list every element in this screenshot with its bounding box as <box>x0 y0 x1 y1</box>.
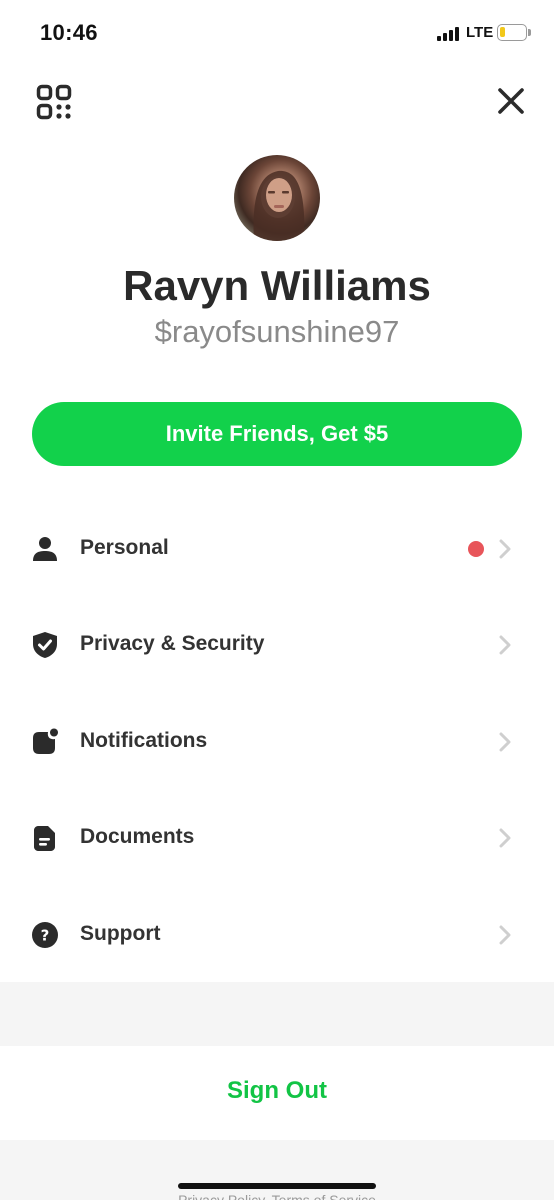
avatar-photo <box>253 170 305 241</box>
chevron-right-icon <box>499 635 511 655</box>
notification-badge-icon <box>33 728 58 754</box>
close-button[interactable] <box>494 84 528 118</box>
qr-code-button[interactable] <box>36 84 72 120</box>
qr-code-icon <box>36 84 72 120</box>
footer-links[interactable]: Privacy Policy, Terms of Service <box>0 1192 554 1200</box>
invite-friends-button[interactable]: Invite Friends, Get $5 <box>32 402 522 466</box>
status-bar: 10:46 LTE <box>0 0 554 66</box>
battery-icon <box>497 24 527 41</box>
menu-item-personal[interactable]: Personal <box>0 501 554 597</box>
avatar[interactable] <box>234 155 320 241</box>
menu-item-label: Support <box>80 922 161 945</box>
document-icon <box>34 826 55 851</box>
svg-text:?: ? <box>41 927 50 945</box>
chevron-right-icon <box>499 925 511 945</box>
status-time: 10:46 <box>40 20 98 45</box>
cashtag: $rayofsunshine97 <box>154 314 400 349</box>
menu-item-documents[interactable]: Documents <box>0 790 554 886</box>
person-icon <box>33 537 57 561</box>
sign-out-button[interactable]: Sign Out <box>0 1046 554 1140</box>
menu-item-label: Personal <box>80 536 169 559</box>
menu-item-label: Privacy & Security <box>80 632 265 655</box>
shield-check-icon <box>33 632 57 658</box>
profile-name: Ravyn Williams <box>123 262 431 309</box>
menu-item-label: Documents <box>80 825 195 848</box>
question-circle-icon: ? <box>32 922 58 948</box>
alert-dot <box>468 541 484 557</box>
signal-strength-icon <box>437 27 463 41</box>
menu-item-label: Notifications <box>80 729 208 752</box>
chevron-right-icon <box>499 539 511 559</box>
footer: Privacy Policy, Terms of Service <box>0 1140 554 1200</box>
menu-item-privacy-security[interactable]: Privacy & Security <box>0 597 554 693</box>
section-divider <box>0 982 554 1046</box>
close-icon <box>498 88 524 114</box>
home-indicator <box>178 1183 376 1189</box>
network-type: LTE <box>466 24 494 41</box>
menu-item-notifications[interactable]: Notifications <box>0 694 554 790</box>
sign-out-label: Sign Out <box>227 1077 327 1104</box>
chevron-right-icon <box>499 828 511 848</box>
menu-item-support[interactable]: ? Support <box>0 887 554 983</box>
chevron-right-icon <box>499 732 511 752</box>
battery-nub <box>528 29 531 36</box>
